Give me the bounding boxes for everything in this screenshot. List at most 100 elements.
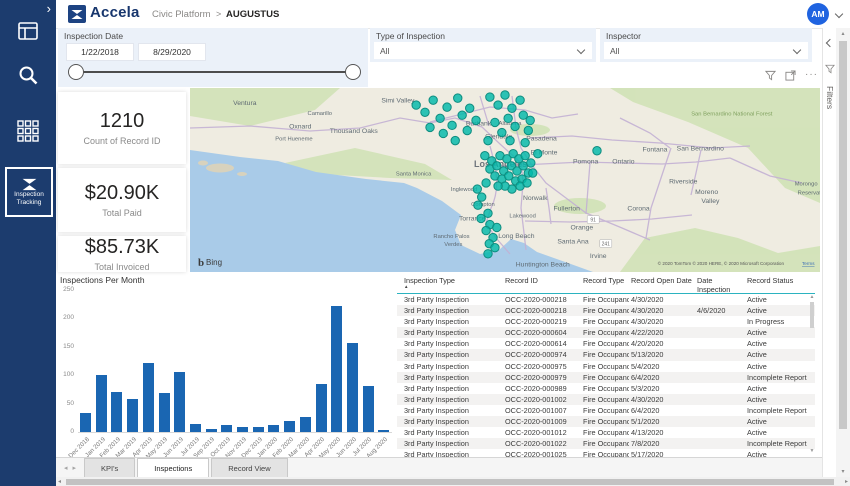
map-data-point[interactable] [494, 101, 502, 109]
map-data-point[interactable] [429, 96, 437, 104]
map-data-point[interactable] [473, 185, 481, 193]
user-avatar[interactable]: AM [807, 3, 829, 25]
table-row[interactable]: 3rd Party InspectionOCC-2020-000218Fire … [397, 294, 815, 305]
column-header-date-inspection[interactable]: Date Inspection [695, 274, 745, 294]
inspector-dropdown[interactable]: All [604, 42, 808, 59]
map-terms-link[interactable]: Terms [802, 261, 815, 266]
inspections-table[interactable]: Inspection Type▲Record IDRecord TypeReco… [397, 274, 815, 459]
bar-apr-2020[interactable] [316, 384, 327, 432]
bar-oct-2019[interactable] [221, 425, 232, 432]
table-row[interactable]: 3rd Party InspectionOCC-2020-000219Fire … [397, 316, 815, 327]
map-data-point[interactable] [526, 116, 534, 124]
sidebar-item-search[interactable] [0, 64, 56, 87]
map-data-point[interactable] [439, 129, 447, 137]
map-data-point[interactable] [511, 122, 519, 130]
table-row[interactable]: 3rd Party InspectionOCC-2020-000975Fire … [397, 361, 815, 372]
horizontal-scrollbar[interactable]: ◂ ▸ [56, 477, 850, 486]
map-data-point[interactable] [412, 101, 420, 109]
table-scroll-thumb[interactable] [810, 302, 814, 328]
map-data-point[interactable] [454, 94, 462, 102]
scroll-up-icon[interactable]: ▴ [836, 30, 850, 37]
bar-jul-2019[interactable] [190, 424, 201, 432]
scroll-down-icon[interactable]: ▾ [836, 468, 850, 475]
tab-record-view[interactable]: Record View [211, 458, 287, 478]
tab-next-icon[interactable]: ▸ [73, 464, 77, 472]
bar-mar-2020[interactable] [300, 417, 311, 432]
bar-nov-2019[interactable] [237, 427, 248, 432]
map-data-point[interactable] [448, 121, 456, 129]
map-data-point[interactable] [426, 123, 434, 131]
bar-dec-2019[interactable] [253, 427, 264, 432]
column-header-record-status[interactable]: Record Status [745, 274, 809, 294]
map-data-point[interactable] [484, 136, 492, 144]
map-data-point[interactable] [508, 104, 516, 112]
date-slider-track[interactable] [76, 71, 353, 73]
type-dropdown[interactable]: All [374, 42, 592, 59]
map-data-point[interactable] [494, 182, 502, 190]
map-data-point[interactable] [534, 149, 542, 157]
table-scrollbar[interactable]: ▲ ▼ [808, 294, 816, 454]
v-scroll-thumb[interactable] [839, 41, 847, 429]
table-row[interactable]: 3rd Party InspectionOCC-2020-000218Fire … [397, 305, 815, 316]
map-data-point[interactable] [486, 93, 494, 101]
table-row[interactable]: 3rd Party InspectionOCC-2020-001007Fire … [397, 405, 815, 416]
map-data-point[interactable] [484, 250, 492, 258]
map-data-point[interactable] [474, 201, 482, 209]
map-data-point[interactable] [516, 96, 524, 104]
tab-kpi-s[interactable]: KPI's [84, 458, 135, 478]
bar-sep-2019[interactable] [206, 429, 217, 432]
map-data-point[interactable] [466, 104, 474, 112]
map-data-point[interactable] [477, 193, 485, 201]
map-data-point[interactable] [593, 147, 601, 155]
column-header-record-open-date[interactable]: Record Open Date [629, 274, 695, 294]
map-data-point[interactable] [524, 126, 532, 134]
map-data-point[interactable] [527, 159, 535, 167]
vertical-scrollbar[interactable]: ▴ ▾ [836, 28, 850, 477]
map-data-point[interactable] [498, 128, 506, 136]
scroll-left-icon[interactable]: ◂ [58, 478, 61, 485]
kpi-card-count-of-record-id[interactable]: 1210Count of Record ID [58, 92, 186, 164]
map-data-point[interactable] [463, 126, 471, 134]
table-row[interactable]: 3rd Party InspectionOCC-2020-000989Fire … [397, 383, 815, 394]
map-data-point[interactable] [458, 111, 466, 119]
date-slider-handle-right[interactable] [345, 64, 361, 80]
scroll-up-icon[interactable]: ▲ [808, 294, 816, 300]
kpi-card-total-paid[interactable]: $20.90KTotal Paid [58, 168, 186, 232]
bar-may-2019[interactable] [159, 393, 170, 432]
scroll-down-icon[interactable]: ▼ [808, 448, 816, 454]
table-row[interactable]: 3rd Party InspectionOCC-2020-001009Fire … [397, 416, 815, 427]
bar-may-2020[interactable] [331, 306, 342, 432]
map-data-point[interactable] [493, 223, 501, 231]
bar-aug-2020[interactable] [378, 430, 389, 432]
kpi-card-total-invoiced[interactable]: $85.73KTotal Invoiced [58, 236, 186, 272]
map-data-point[interactable] [491, 244, 499, 252]
table-row[interactable]: 3rd Party InspectionOCC-2020-001002Fire … [397, 394, 815, 405]
table-row[interactable]: 3rd Party InspectionOCC-2020-001012Fire … [397, 427, 815, 438]
expand-filters-chevron-icon[interactable] [826, 39, 834, 47]
h-scroll-thumb[interactable] [66, 479, 834, 485]
sidebar-expand-chevron-icon[interactable]: › [47, 1, 51, 16]
sidebar-item-inspection-tracking[interactable]: Inspection Tracking [5, 167, 53, 217]
bar-jan-2019[interactable] [96, 375, 107, 432]
bar-feb-2019[interactable] [111, 392, 122, 432]
bar-mar-2019[interactable] [127, 399, 138, 432]
bar-feb-2020[interactable] [284, 421, 295, 432]
breadcrumb-platform[interactable]: Civic Platform [152, 9, 211, 20]
map-data-point[interactable] [436, 114, 444, 122]
map-data-point[interactable] [504, 114, 512, 122]
map-data-point[interactable] [523, 179, 531, 187]
bar-jan-2020[interactable] [268, 425, 279, 432]
map-data-point[interactable] [521, 138, 529, 146]
table-row[interactable]: 3rd Party InspectionOCC-2020-001022Fire … [397, 438, 815, 449]
inspections-per-month-chart[interactable]: Inspections Per Month 050100150200250Dec… [58, 274, 396, 456]
bar-apr-2019[interactable] [143, 363, 154, 432]
map-visual[interactable]: 91241 VenturaCamarilloOxnardPort Hueneme… [190, 88, 820, 272]
bar-jul-2020[interactable] [363, 386, 374, 432]
tab-prev-icon[interactable]: ◂ [64, 464, 68, 472]
accela-logo[interactable] [68, 5, 86, 23]
date-slider-handle-left[interactable] [68, 64, 84, 80]
map-data-point[interactable] [472, 116, 480, 124]
tab-inspections[interactable]: Inspections [137, 458, 209, 478]
column-header-inspection-type[interactable]: Inspection Type▲ [397, 274, 503, 294]
bar-jun-2019[interactable] [174, 372, 185, 432]
